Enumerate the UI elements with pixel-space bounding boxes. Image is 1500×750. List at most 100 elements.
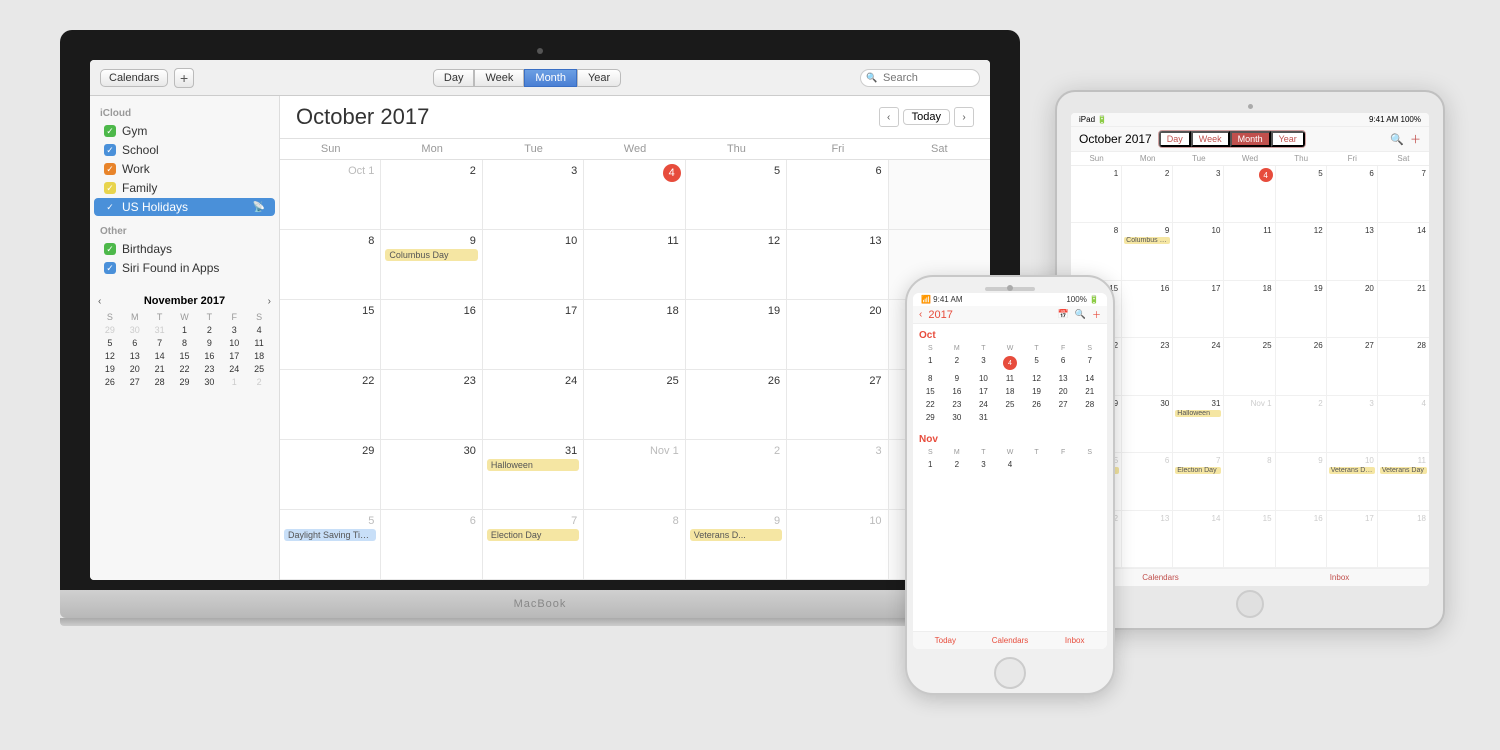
ipad-tab-inbox[interactable]: Inbox [1250,571,1429,584]
ipad-cell[interactable]: 17 [1327,511,1378,567]
iphone-cal-day[interactable]: 11 [997,372,1024,385]
sidebar-item-family[interactable]: ✓ Family [94,179,275,197]
ipad-cell[interactable]: 10Veterans Day L... [1327,453,1378,509]
mini-cal-day[interactable]: 7 [148,337,172,349]
ipad-view-week[interactable]: Week [1191,131,1230,147]
mini-cal-day[interactable]: 10 [222,337,246,349]
ipad-cell[interactable]: 1 [1071,166,1122,222]
ipad-cell[interactable]: 8 [1071,223,1122,279]
ipad-cell[interactable]: 4 [1378,396,1429,452]
view-week-button[interactable]: Week [474,69,524,87]
iphone-cal-day[interactable]: 15 [917,385,944,398]
mini-cal-day[interactable]: 14 [148,350,172,362]
iphone-cal-day[interactable]: 2 [944,354,971,372]
ipad-cell[interactable]: 2 [1276,396,1327,452]
mini-cal-day[interactable]: 18 [247,350,271,362]
mini-cal-day[interactable]: 17 [222,350,246,362]
mini-cal-day[interactable]: 26 [98,376,122,388]
iphone-cal-day[interactable]: 4 [997,458,1024,471]
add-calendar-button[interactable]: + [174,68,194,88]
cal-cell[interactable]: 12 [686,230,787,299]
mini-cal-day[interactable]: 2 [197,324,221,336]
iphone-cal-day[interactable]: 17 [970,385,997,398]
cal-cell[interactable]: 5 [686,160,787,229]
mini-cal-day[interactable]: 16 [197,350,221,362]
ipad-home-button[interactable] [1236,590,1264,618]
iphone-cal-day[interactable]: 4 [997,354,1024,372]
mini-cal-day[interactable]: 20 [123,363,147,375]
ipad-add-icon[interactable]: ＋ [1410,131,1421,147]
iphone-back-arrow[interactable]: ‹ [919,309,922,320]
cal-cell[interactable]: 2 [381,160,482,229]
mini-cal-day[interactable]: 15 [173,350,197,362]
cal-cell[interactable]: 17 [483,300,584,369]
prev-month-button[interactable]: ‹ [879,107,899,127]
ipad-view-month[interactable]: Month [1230,131,1271,147]
cal-cell[interactable]: 20 [787,300,888,369]
iphone-cal-day[interactable]: 30 [944,411,971,424]
ipad-cell[interactable]: 15 [1224,511,1275,567]
mini-cal-day[interactable]: 5 [98,337,122,349]
cal-cell[interactable]: 10 [483,230,584,299]
iphone-cal-day[interactable]: 3 [970,458,997,471]
mini-cal-day[interactable]: 21 [148,363,172,375]
ipad-cell[interactable]: 11 [1224,223,1275,279]
iphone-cal-day[interactable]: 9 [944,372,971,385]
sidebar-item-birthdays[interactable]: ✓ Birthdays [94,240,275,258]
iphone-cal-day[interactable]: 6 [1050,354,1077,372]
cal-cell[interactable]: 18 [584,300,685,369]
cal-cell[interactable]: 6 [381,510,482,579]
ipad-cell[interactable]: 9Columbus Day [1122,223,1173,279]
iphone-cal-day[interactable]: 10 [970,372,997,385]
iphone-cal-day[interactable]: 19 [1023,385,1050,398]
search-input[interactable] [860,69,980,87]
mini-cal-day[interactable]: 13 [123,350,147,362]
iphone-cal-day[interactable]: 27 [1050,398,1077,411]
mini-cal-day[interactable]: 1 [222,376,246,388]
ipad-cell[interactable]: 27 [1327,338,1378,394]
ipad-cell[interactable]: 24 [1173,338,1224,394]
iphone-search-icon[interactable]: 🔍 [1075,309,1086,320]
ipad-cell[interactable]: 25 [1224,338,1275,394]
iphone-cal-icon[interactable]: 📅 [1058,309,1069,320]
mini-cal-day[interactable]: 25 [247,363,271,375]
cal-cell[interactable]: 8 [280,230,381,299]
iphone-cal-day[interactable]: 12 [1023,372,1050,385]
ipad-cell[interactable]: 3 [1327,396,1378,452]
mini-cal-day[interactable]: 12 [98,350,122,362]
cal-cell[interactable]: 4 [584,160,685,229]
cal-cell[interactable]: 8 [584,510,685,579]
cal-cell[interactable]: 29 [280,440,381,509]
iphone-add-icon[interactable]: ＋ [1092,308,1101,321]
view-month-button[interactable]: Month [524,69,577,87]
ipad-cell[interactable]: 6 [1122,453,1173,509]
view-year-button[interactable]: Year [577,69,621,87]
cal-cell[interactable]: 9Columbus Day [381,230,482,299]
iphone-cal-day[interactable]: 13 [1050,372,1077,385]
iphone-cal-day[interactable]: 1 [917,458,944,471]
cal-cell[interactable]: 25 [584,370,685,439]
ipad-cell[interactable]: 10 [1173,223,1224,279]
cal-cell[interactable]: 31Halloween [483,440,584,509]
cal-cell[interactable]: 24 [483,370,584,439]
mini-cal-day[interactable]: 24 [222,363,246,375]
mini-cal-day[interactable]: 29 [173,376,197,388]
iphone-cal-day[interactable]: 28 [1076,398,1103,411]
cal-cell[interactable]: 2 [686,440,787,509]
ipad-cell[interactable]: 13 [1122,511,1173,567]
today-button[interactable]: Today [903,109,950,125]
mini-cal-prev[interactable]: ‹ [98,296,101,307]
ipad-view-day[interactable]: Day [1159,131,1191,147]
ipad-cell[interactable]: 17 [1173,281,1224,337]
iphone-cal-day[interactable]: 22 [917,398,944,411]
ipad-cell[interactable]: 14 [1378,223,1429,279]
mini-cal-day[interactable]: 11 [247,337,271,349]
ipad-cell[interactable]: 19 [1276,281,1327,337]
cal-cell[interactable]: 16 [381,300,482,369]
ipad-cell[interactable]: 16 [1122,281,1173,337]
iphone-cal-day[interactable]: 24 [970,398,997,411]
sidebar-item-school[interactable]: ✓ School [94,141,275,159]
cal-cell[interactable]: 30 [381,440,482,509]
sidebar-item-work[interactable]: ✓ Work [94,160,275,178]
mini-cal-day[interactable]: 30 [123,324,147,336]
